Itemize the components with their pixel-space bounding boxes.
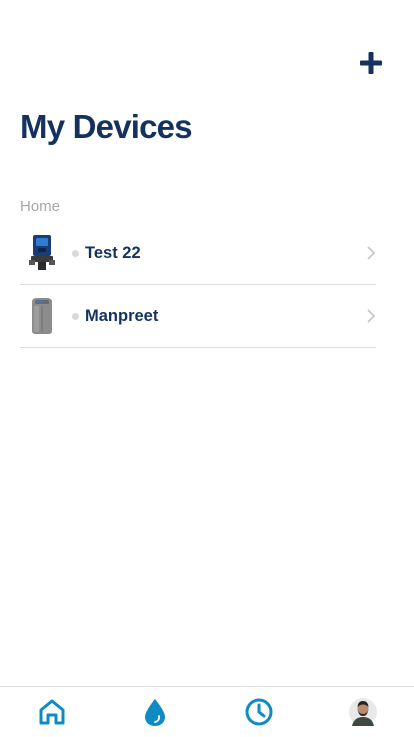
section-label-home: Home	[20, 198, 61, 215]
chevron-right-icon	[367, 309, 376, 323]
water-softener-tank-device-image	[20, 294, 64, 338]
tab-history[interactable]	[242, 695, 276, 729]
plus-icon	[360, 52, 382, 74]
status-dot	[72, 312, 79, 320]
profile-avatar	[349, 698, 377, 726]
device-row-test-22[interactable]: Test 22	[20, 222, 376, 285]
water-drop-icon	[145, 699, 165, 726]
clock-icon	[245, 698, 273, 726]
tab-profile[interactable]	[346, 695, 380, 729]
device-list: Test 22 Manpreet	[20, 222, 376, 348]
bottom-tab-bar	[0, 686, 414, 737]
status-dot	[72, 249, 79, 257]
add-device-button[interactable]	[356, 48, 386, 78]
device-name: Test 22	[85, 243, 141, 262]
tab-home[interactable]	[35, 695, 69, 729]
chevron-right-icon	[367, 246, 376, 260]
device-name: Manpreet	[85, 306, 159, 325]
home-icon	[39, 699, 65, 725]
valve-controller-device-image	[20, 231, 64, 275]
page-title: My Devices	[20, 108, 193, 145]
tab-water[interactable]	[138, 695, 172, 729]
device-row-manpreet[interactable]: Manpreet	[20, 285, 376, 348]
